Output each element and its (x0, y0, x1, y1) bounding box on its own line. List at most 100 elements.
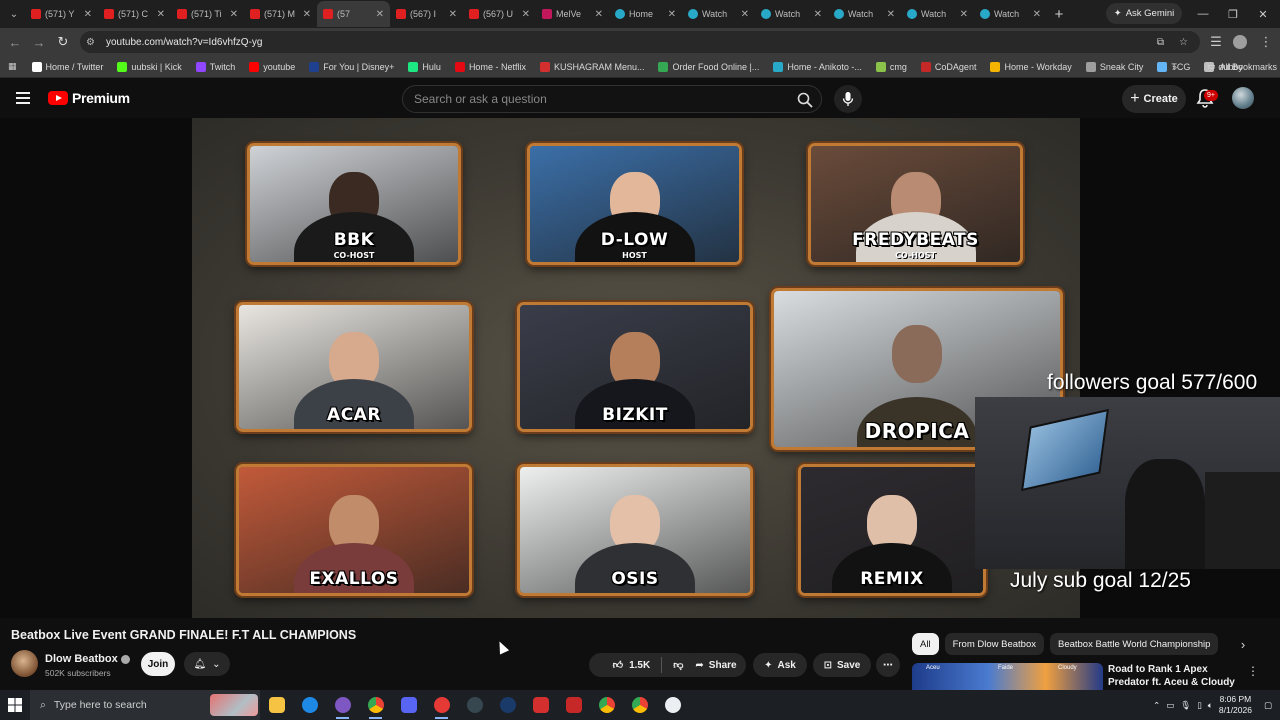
browser-menu-icon[interactable]: ⋮ (1254, 30, 1278, 54)
tab-close-icon[interactable]: ✕ (157, 9, 165, 20)
create-button[interactable]: + Create (1122, 85, 1186, 113)
close-window-button[interactable]: ✕ (1248, 0, 1278, 28)
all-bookmarks-button[interactable]: ▭ All Bookmarks (1200, 61, 1280, 72)
apps-grid-icon[interactable]: ▦ (0, 61, 25, 72)
filter-chip[interactable]: All (912, 633, 939, 655)
mic-tray-icon[interactable]: 🎙︎ (1180, 700, 1191, 711)
volume-icon[interactable]: 🔈︎ (1208, 700, 1213, 711)
taskbar-search-box[interactable]: ⌕ Type here to search (30, 690, 260, 720)
chrome-profile-2-icon[interactable] (590, 690, 623, 720)
youtube-logo[interactable]: Premium (48, 90, 130, 106)
windows-start-button[interactable] (0, 690, 30, 720)
share-button[interactable]: ➦ Share (686, 653, 746, 677)
tab-close-icon[interactable]: ✕ (668, 9, 676, 20)
taskbar-clock[interactable]: 8:06 PM 8/1/2026 (1219, 694, 1252, 716)
tab-close-icon[interactable]: ✕ (303, 9, 311, 20)
edge-icon[interactable] (293, 690, 326, 720)
tab-groups-icon[interactable]: ☰ (1204, 30, 1228, 54)
browser-tab[interactable]: MelVe ✕ (536, 1, 609, 27)
install-app-icon[interactable]: ⧉ (1157, 37, 1164, 48)
account-avatar[interactable] (1232, 87, 1254, 109)
bookmark-item[interactable]: Home - Netflix (448, 61, 533, 72)
media-player-icon[interactable] (425, 690, 458, 720)
bookmark-item[interactable]: CoDAgent (914, 61, 984, 72)
bookmark-star-icon[interactable]: ☆ (1179, 37, 1188, 48)
chrome-icon[interactable] (359, 690, 392, 720)
chrome-profile-3-icon[interactable] (623, 690, 656, 720)
tab-close-icon[interactable]: ✕ (376, 9, 384, 20)
site-info-icon[interactable]: ⚙ (86, 37, 100, 48)
browser-tab[interactable]: (571) Ti ✕ (171, 1, 244, 27)
bookmark-item[interactable]: Twitch (189, 61, 243, 72)
like-button[interactable]: 👍︎ 1.5K (613, 659, 651, 672)
voice-search-mic-icon[interactable] (834, 85, 862, 113)
maximize-button[interactable]: ❐ (1218, 0, 1248, 28)
back-button[interactable]: ← (3, 30, 27, 54)
browser-tab[interactable]: (567) I ✕ (390, 1, 463, 27)
recommended-video-title[interactable]: Road to Rank 1 Apex Predator ft. Aceu & … (1108, 663, 1238, 689)
discord-icon[interactable] (392, 690, 425, 720)
bookmark-item[interactable]: youtube (242, 61, 302, 72)
browser-tab[interactable]: Watch ✕ (974, 1, 1047, 27)
browser-tab[interactable]: Watch ✕ (682, 1, 755, 27)
browser-tab[interactable]: (567) U ✕ (463, 1, 536, 27)
ask-button[interactable]: ✦ Ask (753, 653, 807, 677)
save-button[interactable]: ⊡ Save (813, 653, 871, 677)
tab-search-button[interactable]: ⌄ (3, 3, 25, 25)
filter-chip[interactable]: From Dlow Beatbox (944, 633, 1044, 655)
more-actions-button[interactable]: ⋯ (876, 653, 900, 677)
browser-tab[interactable]: (57 ✕ (317, 1, 390, 27)
bookmark-item[interactable]: Home / Twitter (25, 61, 111, 72)
filter-chip[interactable]: Beatbox Battle World Championship (1049, 633, 1219, 655)
recommended-video-thumbnail[interactable]: Aceu Faide Cloudy (912, 663, 1103, 690)
browser-tab[interactable]: (571) Y ✕ (25, 1, 98, 27)
bookmark-item[interactable]: cmg (869, 61, 914, 72)
red-app-icon[interactable] (524, 690, 557, 720)
tab-close-icon[interactable]: ✕ (814, 9, 822, 20)
network-icon[interactable]: ▭ (1166, 700, 1174, 711)
browser-tab[interactable]: Watch ✕ (901, 1, 974, 27)
minimize-button[interactable]: — (1188, 0, 1218, 28)
browser-tab[interactable]: (571) M ✕ (244, 1, 317, 27)
notification-center-icon[interactable]: ▢ (1264, 700, 1272, 711)
channel-avatar[interactable] (11, 650, 38, 677)
bookmarks-overflow-icon[interactable]: » (1172, 62, 1177, 72)
tab-close-icon[interactable]: ✕ (522, 9, 530, 20)
new-tab-button[interactable]: + (1047, 6, 1071, 23)
tab-close-icon[interactable]: ✕ (887, 9, 895, 20)
clock-app-icon[interactable] (656, 690, 689, 720)
tab-close-icon[interactable]: ✕ (1033, 9, 1041, 20)
bookmark-item[interactable]: Home - Workday (983, 61, 1078, 72)
dislike-button[interactable]: 👎︎ (673, 659, 683, 671)
tab-close-icon[interactable]: ✕ (84, 9, 92, 20)
subscribed-notifications-button[interactable]: 🔔︎ ⌄ (184, 652, 230, 676)
acrobat-icon[interactable] (557, 690, 590, 720)
tab-close-icon[interactable]: ✕ (595, 9, 603, 20)
join-button[interactable]: Join (141, 652, 175, 676)
bookmark-item[interactable]: Order Food Online |... (651, 61, 766, 72)
forward-button[interactable]: → (27, 30, 51, 54)
tray-chevron-icon[interactable]: ⌃ (1153, 700, 1160, 711)
menu-hamburger-icon[interactable] (16, 92, 30, 104)
battery-icon[interactable]: ▯ (1197, 700, 1202, 711)
tab-close-icon[interactable]: ✕ (449, 9, 457, 20)
search-icon[interactable] (794, 89, 816, 111)
browser-tab[interactable]: Watch ✕ (755, 1, 828, 27)
bookmark-item[interactable]: For You | Disney+ (302, 61, 401, 72)
tab-close-icon[interactable]: ✕ (741, 9, 749, 20)
app-purple-icon[interactable] (326, 690, 359, 720)
bookmark-item[interactable]: KUSHAGRAM Menu... (533, 61, 652, 72)
steam-icon[interactable] (491, 690, 524, 720)
bookmark-item[interactable]: Sneak City (1079, 61, 1151, 72)
profile-avatar[interactable] (1233, 35, 1247, 49)
search-input[interactable]: Search or ask a question (402, 85, 822, 113)
browser-tab[interactable]: Watch ✕ (828, 1, 901, 27)
channel-name-link[interactable]: Dlow Beatbox (45, 653, 130, 665)
tab-close-icon[interactable]: ✕ (960, 9, 968, 20)
tab-close-icon[interactable]: ✕ (230, 9, 238, 20)
ask-gemini-button[interactable]: ✦ Ask Gemini (1106, 3, 1182, 24)
browser-tab[interactable]: (571) C ✕ (98, 1, 171, 27)
recommended-more-icon[interactable]: ⋮ (1247, 664, 1259, 678)
obs-icon[interactable] (458, 690, 491, 720)
video-player[interactable]: BBK CO-HOST D-LOW HOST FREDYBEATS CO-HOST ACAR… (0, 118, 1280, 618)
